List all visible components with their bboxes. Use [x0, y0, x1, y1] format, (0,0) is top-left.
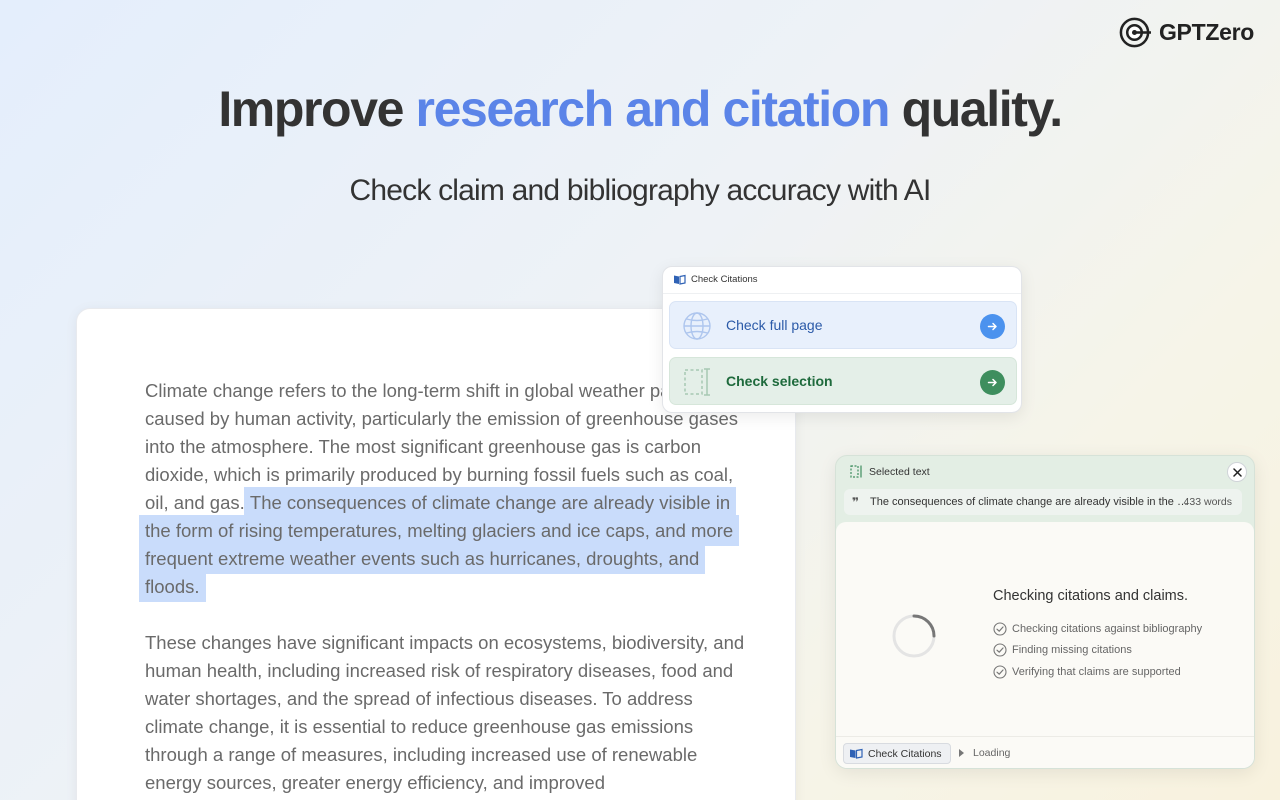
headline-part-2: quality. — [889, 81, 1064, 137]
paragraph-2: These changes have significant impacts o… — [145, 632, 745, 793]
check-circle-icon — [993, 665, 1007, 679]
arrow-right-icon[interactable] — [980, 370, 1005, 395]
popup-title: Check Citations — [691, 274, 758, 285]
check-citations-popup: Check Citations Check full page Check se… — [662, 266, 1022, 413]
word-count: 433 words — [1183, 496, 1232, 508]
caret-right-icon — [959, 749, 964, 757]
check-item-label: Checking citations against bibliography — [1012, 622, 1203, 635]
document-text: Climate change refers to the long-term s… — [139, 377, 745, 800]
check-item: Finding missing citations — [993, 640, 1202, 662]
check-item: Verifying that claims are supported — [993, 661, 1202, 683]
close-button[interactable] — [1227, 462, 1247, 482]
gptzero-logo-icon — [1119, 17, 1151, 48]
book-icon — [674, 274, 686, 285]
check-circle-icon — [993, 622, 1007, 636]
footer-status: Loading — [959, 747, 1010, 759]
check-selection-label: Check selection — [726, 373, 833, 389]
citation-check-panel: Selected text ❞ The consequences of clim… — [835, 455, 1255, 769]
check-selection-button[interactable]: Check selection — [669, 357, 1017, 405]
close-icon — [1232, 467, 1242, 477]
headline-accent: research and citation — [415, 81, 891, 137]
check-circle-icon — [993, 643, 1007, 657]
status-title: Checking citations and claims. — [993, 588, 1189, 604]
panel-footer: Check Citations Loading — [836, 736, 1254, 768]
paragraph-1: Climate change refers to the long-term s… — [139, 377, 745, 602]
globe-icon — [683, 312, 711, 340]
panel-body: Checking citations and claims. Checking … — [836, 522, 1254, 768]
page-headline: Improve research and citation quality. — [0, 80, 1280, 138]
selection-icon — [684, 368, 710, 396]
headline-part-1: Improve — [218, 81, 416, 137]
page-subheadline: Check claim and bibliography accuracy wi… — [349, 174, 932, 207]
check-list: Checking citations against bibliography … — [993, 618, 1202, 683]
check-citations-label: Check Citations — [868, 747, 942, 760]
gptzero-logo[interactable]: GPTZero — [1118, 16, 1254, 49]
check-item-label: Verifying that claims are supported — [1012, 665, 1181, 678]
quote-text: The consequences of climate change are a… — [870, 496, 1188, 508]
book-icon — [850, 748, 863, 759]
check-full-page-button[interactable]: Check full page — [669, 301, 1017, 349]
arrow-right-icon[interactable] — [980, 314, 1005, 339]
panel-header: Selected text — [850, 465, 930, 478]
quote-icon: ❞ — [852, 495, 860, 509]
check-citations-button[interactable]: Check Citations — [843, 743, 951, 764]
check-item: Checking citations against bibliography — [993, 618, 1202, 640]
check-item-label: Finding missing citations — [1012, 644, 1132, 657]
selected-text-preview: ❞ The consequences of climate change are… — [844, 489, 1242, 515]
loading-status: Loading — [973, 747, 1011, 759]
logo-text: GPTZero — [1158, 19, 1254, 45]
selection-icon — [850, 465, 862, 478]
divider — [663, 293, 1021, 294]
check-full-page-label: Check full page — [726, 317, 823, 333]
popup-header: Check Citations — [673, 274, 758, 285]
loading-spinner-icon — [892, 614, 936, 658]
panel-title: Selected text — [869, 465, 930, 478]
